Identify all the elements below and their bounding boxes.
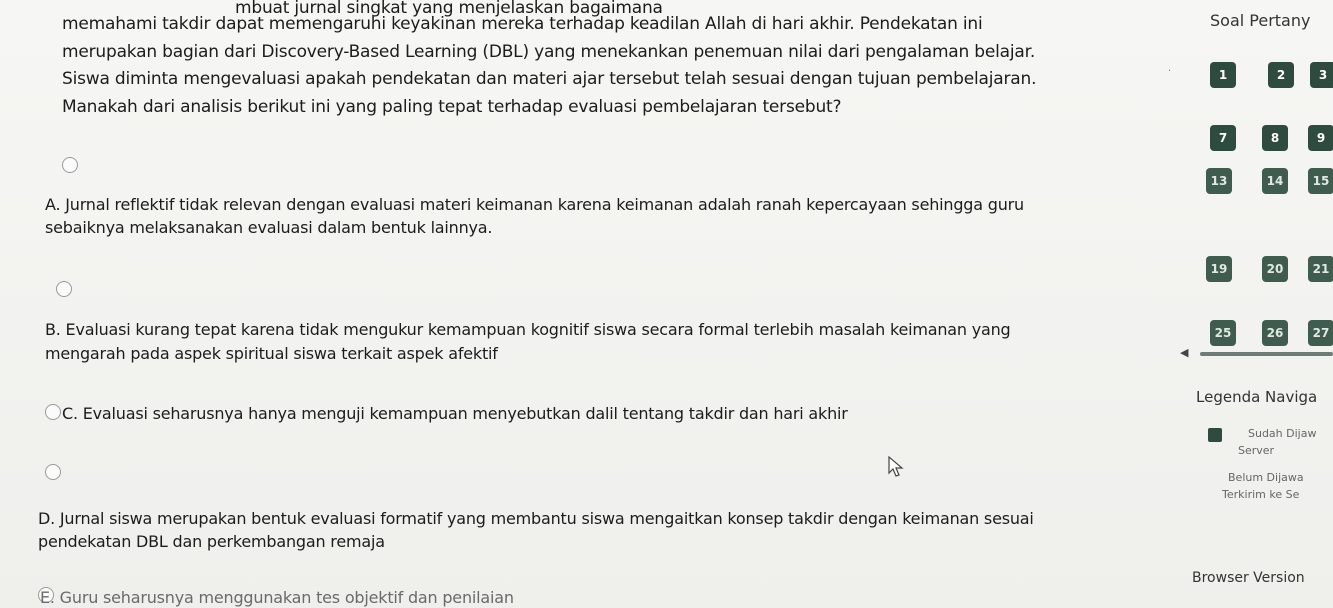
question-nav-20[interactable]: 20 (1262, 256, 1288, 282)
question-nav-19[interactable]: 19 (1206, 256, 1232, 282)
question-text-line: memahami takdir dapat memengaruhi keyaki… (62, 14, 983, 34)
question-nav-3[interactable]: 3 (1310, 62, 1333, 88)
option-b-text-line[interactable]: mengarah pada aspek spiritual siswa terk… (45, 344, 498, 363)
navigation-scrollbar[interactable] (1200, 352, 1333, 356)
legend-answered-sublabel: Server (1238, 444, 1275, 457)
legend-unanswered-sublabel: Terkirim ke Se (1222, 488, 1300, 501)
row-marker: · (1168, 66, 1172, 77)
exam-page: mbuat jurnal singkat yang menjelaskan ba… (0, 0, 1333, 608)
option-d-text-line[interactable]: pendekatan DBL dan perkembangan remaja (38, 532, 385, 551)
option-a-text-line[interactable]: sebaiknya melaksanakan evaluasi dalam be… (45, 218, 493, 237)
question-nav-15[interactable]: 15 (1308, 168, 1333, 194)
option-d-text-line[interactable]: D. Jurnal siswa merupakan bentuk evaluas… (38, 509, 1034, 528)
question-nav-26[interactable]: 26 (1262, 320, 1288, 346)
legend-unanswered-label: Belum Dijawa (1228, 471, 1304, 484)
panel-title: Soal Pertany (1210, 11, 1311, 30)
question-navigation-panel: Soal Pertany · 1 2 3 7 8 9 13 14 15 19 2… (1150, 0, 1333, 608)
legend-title: Legenda Naviga (1196, 388, 1318, 406)
question-nav-2[interactable]: 2 (1268, 62, 1294, 88)
question-text-line: Siswa diminta mengevaluasi apakah pendek… (62, 69, 1037, 89)
question-nav-25[interactable]: 25 (1210, 320, 1236, 346)
question-text-line: Manakah dari analisis berikut ini yang p… (62, 97, 842, 117)
question-nav-1[interactable]: 1 (1210, 62, 1236, 88)
option-b-radio[interactable] (56, 281, 72, 297)
option-d-radio[interactable] (45, 464, 61, 480)
option-a-radio[interactable] (62, 157, 78, 173)
mouse-cursor-icon (888, 456, 904, 477)
option-c-radio[interactable] (45, 404, 61, 420)
legend-answered-swatch (1208, 428, 1222, 442)
question-text-line: merupakan bagian dari Discovery-Based Le… (62, 42, 1036, 62)
question-nav-7[interactable]: 7 (1210, 125, 1236, 151)
question-area: mbuat jurnal singkat yang menjelaskan ba… (0, 0, 1150, 608)
legend-answered-label: Sudah Dijaw (1248, 427, 1317, 440)
option-e-text-line[interactable]: E. Guru seharusnya menggunakan tes objek… (40, 588, 514, 607)
question-nav-21[interactable]: 21 (1308, 256, 1333, 282)
chevron-left-icon[interactable]: ◀ (1180, 346, 1188, 359)
question-nav-8[interactable]: 8 (1262, 125, 1288, 151)
question-nav-13[interactable]: 13 (1206, 168, 1232, 194)
question-nav-9[interactable]: 9 (1308, 125, 1333, 151)
question-nav-14[interactable]: 14 (1262, 168, 1288, 194)
option-a-text-line[interactable]: A. Jurnal reflektif tidak relevan dengan… (45, 195, 1024, 214)
question-nav-27[interactable]: 27 (1308, 320, 1333, 346)
option-b-text-line[interactable]: B. Evaluasi kurang tepat karena tidak me… (45, 320, 1011, 339)
option-c-text-line[interactable]: C. Evaluasi seharusnya hanya menguji kem… (62, 404, 848, 423)
browser-version-label: Browser Version (1192, 570, 1305, 586)
